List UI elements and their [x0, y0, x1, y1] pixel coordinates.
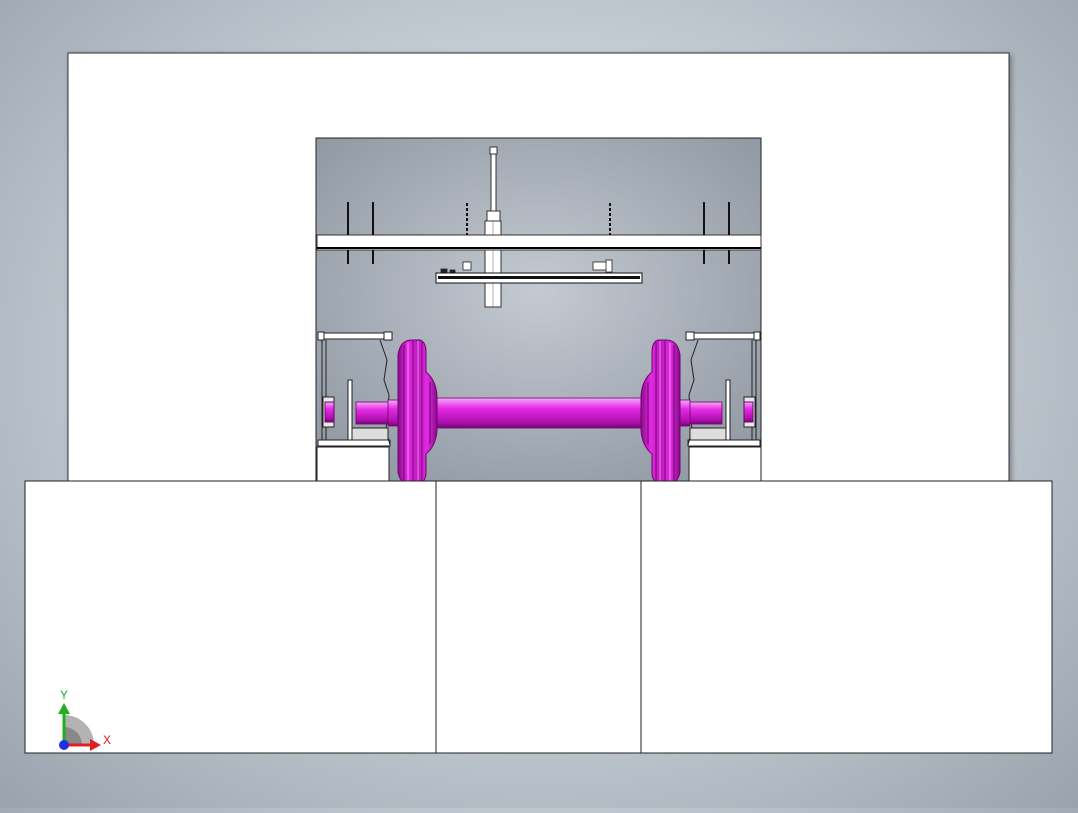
- y-axis-label: Y: [60, 688, 68, 702]
- cross-beam[interactable]: [316, 234, 762, 251]
- graphics-viewport[interactable]: Y X: [0, 0, 1078, 808]
- base-panel-right[interactable]: [640, 480, 1053, 754]
- slide-rail[interactable]: [435, 272, 643, 284]
- base-panel-center[interactable]: [435, 480, 642, 754]
- x-axis-label: X: [103, 733, 111, 747]
- base-panel-left[interactable]: [24, 480, 437, 754]
- z-axis-dot-icon: [59, 740, 69, 750]
